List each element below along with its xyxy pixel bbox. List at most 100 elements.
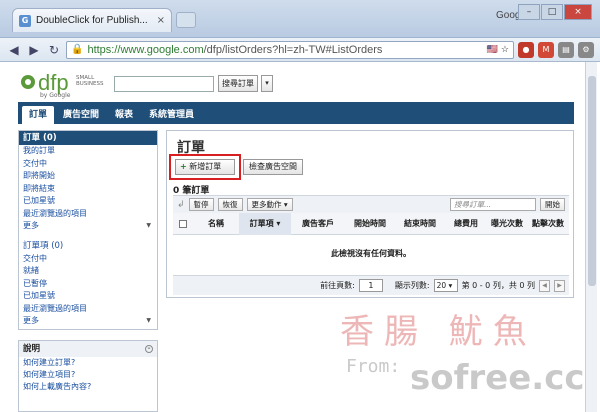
- pagination: 前往頁數: 1 顯示列數: 20 ▾ 第 0 - 0 列，共 0 列 ◀ ▶: [173, 275, 569, 295]
- order-filter-input[interactable]: 搜尋訂單...: [450, 198, 536, 211]
- search-orders-button[interactable]: 搜尋訂單: [218, 75, 258, 92]
- col-start-time[interactable]: 開始時間: [345, 218, 395, 229]
- page-menu-icon[interactable]: ▤: [558, 41, 574, 58]
- chevron-down-icon: ▼: [146, 222, 151, 229]
- dfp-logo[interactable]: dfp SMALL BUSINESS by Google: [18, 70, 118, 99]
- col-name[interactable]: 名稱: [193, 218, 239, 229]
- new-order-label: 新增訂單: [189, 162, 222, 171]
- help-link-create-item[interactable]: 如何建立項目?: [19, 369, 157, 381]
- bookmark-star-icon[interactable]: ☆: [501, 44, 509, 55]
- sidebar-item-recently-viewed[interactable]: 最近瀏覽過的項目: [19, 208, 157, 221]
- watermark-chinese: 香腸 魷魚: [340, 312, 537, 352]
- sidebar-item-li-paused[interactable]: 已暫停: [19, 278, 157, 291]
- check-inventory-button[interactable]: 檢查廣告空間: [243, 159, 303, 175]
- tab-admin[interactable]: 系統管理員: [142, 106, 201, 124]
- watermark: 香腸 魷魚 From: sofree.cc: [300, 300, 590, 410]
- rows-per-page-select[interactable]: 20 ▾: [433, 279, 458, 292]
- dfp-logo-mark-icon: [21, 75, 35, 89]
- order-search-input[interactable]: [114, 76, 214, 92]
- close-window-button[interactable]: ×: [564, 4, 592, 20]
- wrench-icon[interactable]: ⚙: [578, 41, 594, 58]
- flag-icon[interactable]: 🇺🇸: [487, 44, 498, 55]
- list-controls: ↲ 暫停 恢復 更多動作 ▾ 搜尋訂單... 開始: [173, 195, 569, 213]
- minimize-button[interactable]: –: [518, 4, 540, 20]
- browser-tab[interactable]: G DoubleClick for Publish... ×: [12, 8, 172, 32]
- col-total-cost[interactable]: 總費用: [445, 218, 487, 229]
- sidebar-item-li-ready[interactable]: 就緒: [19, 265, 157, 278]
- close-tab-icon[interactable]: ×: [157, 15, 165, 26]
- extension-icon[interactable]: ●: [518, 41, 534, 58]
- logo-by-google: by Google: [40, 92, 71, 99]
- prev-page-icon[interactable]: ◀: [539, 279, 550, 292]
- sidebar-item-ending-soon[interactable]: 即將結束: [19, 183, 157, 196]
- goto-page-input[interactable]: 1: [358, 279, 383, 292]
- new-order-button[interactable]: + 新增訂單: [175, 159, 235, 175]
- select-arrow-icon: ↲: [177, 199, 185, 210]
- browser-titlebar: G DoubleClick for Publish... × Google – …: [0, 0, 600, 38]
- google-favicon-icon: G: [19, 14, 31, 27]
- tab-reports[interactable]: 報表: [108, 106, 140, 124]
- chevron-down-icon: ▼: [146, 317, 151, 324]
- col-impressions[interactable]: 曝光次數: [487, 218, 527, 229]
- goto-page-label: 前往頁數:: [320, 281, 355, 290]
- more-actions-button[interactable]: 更多動作 ▾: [246, 198, 293, 211]
- col-advertiser[interactable]: 廣告客戶: [291, 218, 345, 229]
- next-page-icon[interactable]: ▶: [554, 279, 565, 292]
- new-tab-button[interactable]: [176, 12, 196, 28]
- sidebar-more-label: 更多: [23, 316, 39, 325]
- maximize-button[interactable]: □: [541, 4, 563, 20]
- lock-icon: 🔒: [71, 44, 84, 55]
- col-end-time[interactable]: 結束時間: [395, 218, 445, 229]
- plus-icon: +: [180, 162, 187, 171]
- sidebar-orders-heading[interactable]: 訂單 (0): [19, 131, 157, 145]
- url-host: https://www.google.com: [87, 43, 204, 56]
- sidebar-line-items-heading[interactable]: 訂單項 (0): [19, 239, 157, 253]
- help-panel: 說明 – 如何建立訂單? 如何建立項目? 如何上載廣告內容?: [18, 340, 158, 412]
- help-heading: 說明 –: [19, 341, 157, 357]
- tab-orders[interactable]: 訂單: [22, 106, 55, 124]
- resume-button[interactable]: 恢復: [217, 198, 243, 211]
- sidebar: 訂單 (0) 我的訂單 交付中 即將開始 即將結束 已加星號 最近瀏覽過的項目 …: [18, 130, 158, 330]
- sidebar-item-my-orders[interactable]: 我的訂單: [19, 145, 157, 158]
- help-title: 說明: [23, 344, 41, 354]
- sidebar-item-li-delivering[interactable]: 交付中: [19, 253, 157, 266]
- table-header: 名稱 訂單項 ▾ 廣告客戶 開始時間 結束時間 總費用 曝光次數 點擊次數: [173, 212, 569, 235]
- main-nav: 訂單 廣告空間 報表 系統管理員: [18, 102, 574, 124]
- sidebar-item-delivering[interactable]: 交付中: [19, 158, 157, 171]
- sidebar-item-li-recently-viewed[interactable]: 最近瀏覽過的項目: [19, 303, 157, 316]
- filter-go-button[interactable]: 開始: [540, 198, 565, 211]
- help-link-create-order[interactable]: 如何建立訂單?: [19, 357, 157, 369]
- sidebar-line-items-more[interactable]: 更多 ▼: [19, 315, 157, 328]
- window-controls: – □ ×: [518, 4, 592, 20]
- search-type-dropdown[interactable]: ▾: [261, 75, 273, 92]
- scrollbar-thumb[interactable]: [588, 76, 596, 286]
- collapse-icon[interactable]: –: [145, 345, 153, 353]
- row-range: 第 0 - 0 列，共 0 列: [461, 281, 535, 290]
- empty-message: 此檢視沒有任何資料。: [331, 249, 411, 258]
- gmail-icon[interactable]: M: [538, 41, 554, 58]
- col-line-items[interactable]: 訂單項 ▾: [239, 212, 291, 235]
- tab-title: DoubleClick for Publish...: [36, 15, 148, 26]
- browser-toolbar: ◀ ▶ ↻ 🔒 https://www.google.com/dfp/listO…: [0, 38, 600, 62]
- omnibox-icons: 🇺🇸 ☆: [487, 44, 509, 55]
- forward-arrow-icon[interactable]: ▶: [26, 42, 42, 58]
- address-bar[interactable]: 🔒 https://www.google.com/dfp/listOrders?…: [66, 40, 514, 59]
- sidebar-more-label: 更多: [23, 221, 39, 230]
- sidebar-item-starting-soon[interactable]: 即將開始: [19, 170, 157, 183]
- sidebar-orders-more[interactable]: 更多 ▼: [19, 220, 157, 233]
- watermark-site: sofree.cc: [410, 358, 585, 398]
- pause-button[interactable]: 暫停: [188, 198, 214, 211]
- back-arrow-icon[interactable]: ◀: [6, 42, 22, 58]
- rows-per-page-label: 顯示列數:: [394, 281, 430, 290]
- reload-icon[interactable]: ↻: [46, 42, 62, 58]
- tab-inventory[interactable]: 廣告空間: [56, 106, 106, 124]
- orders-panel: 訂單 + 新增訂單 檢查廣告空間 0 筆訂單 ↲ 暫停 恢復 更多動作 ▾ 搜尋…: [166, 130, 574, 298]
- logo-subtitle: SMALL BUSINESS: [76, 75, 104, 87]
- url-path: /dfp/listOrders?hl=zh-TW#ListOrders: [203, 43, 383, 56]
- sidebar-item-starred[interactable]: 已加星號: [19, 195, 157, 208]
- sidebar-item-li-starred[interactable]: 已加星號: [19, 290, 157, 303]
- help-link-upload-creative[interactable]: 如何上載廣告內容?: [19, 381, 157, 393]
- select-all-checkbox[interactable]: [179, 219, 187, 228]
- watermark-from: From:: [346, 356, 401, 377]
- col-clicks[interactable]: 點擊次數: [527, 218, 569, 229]
